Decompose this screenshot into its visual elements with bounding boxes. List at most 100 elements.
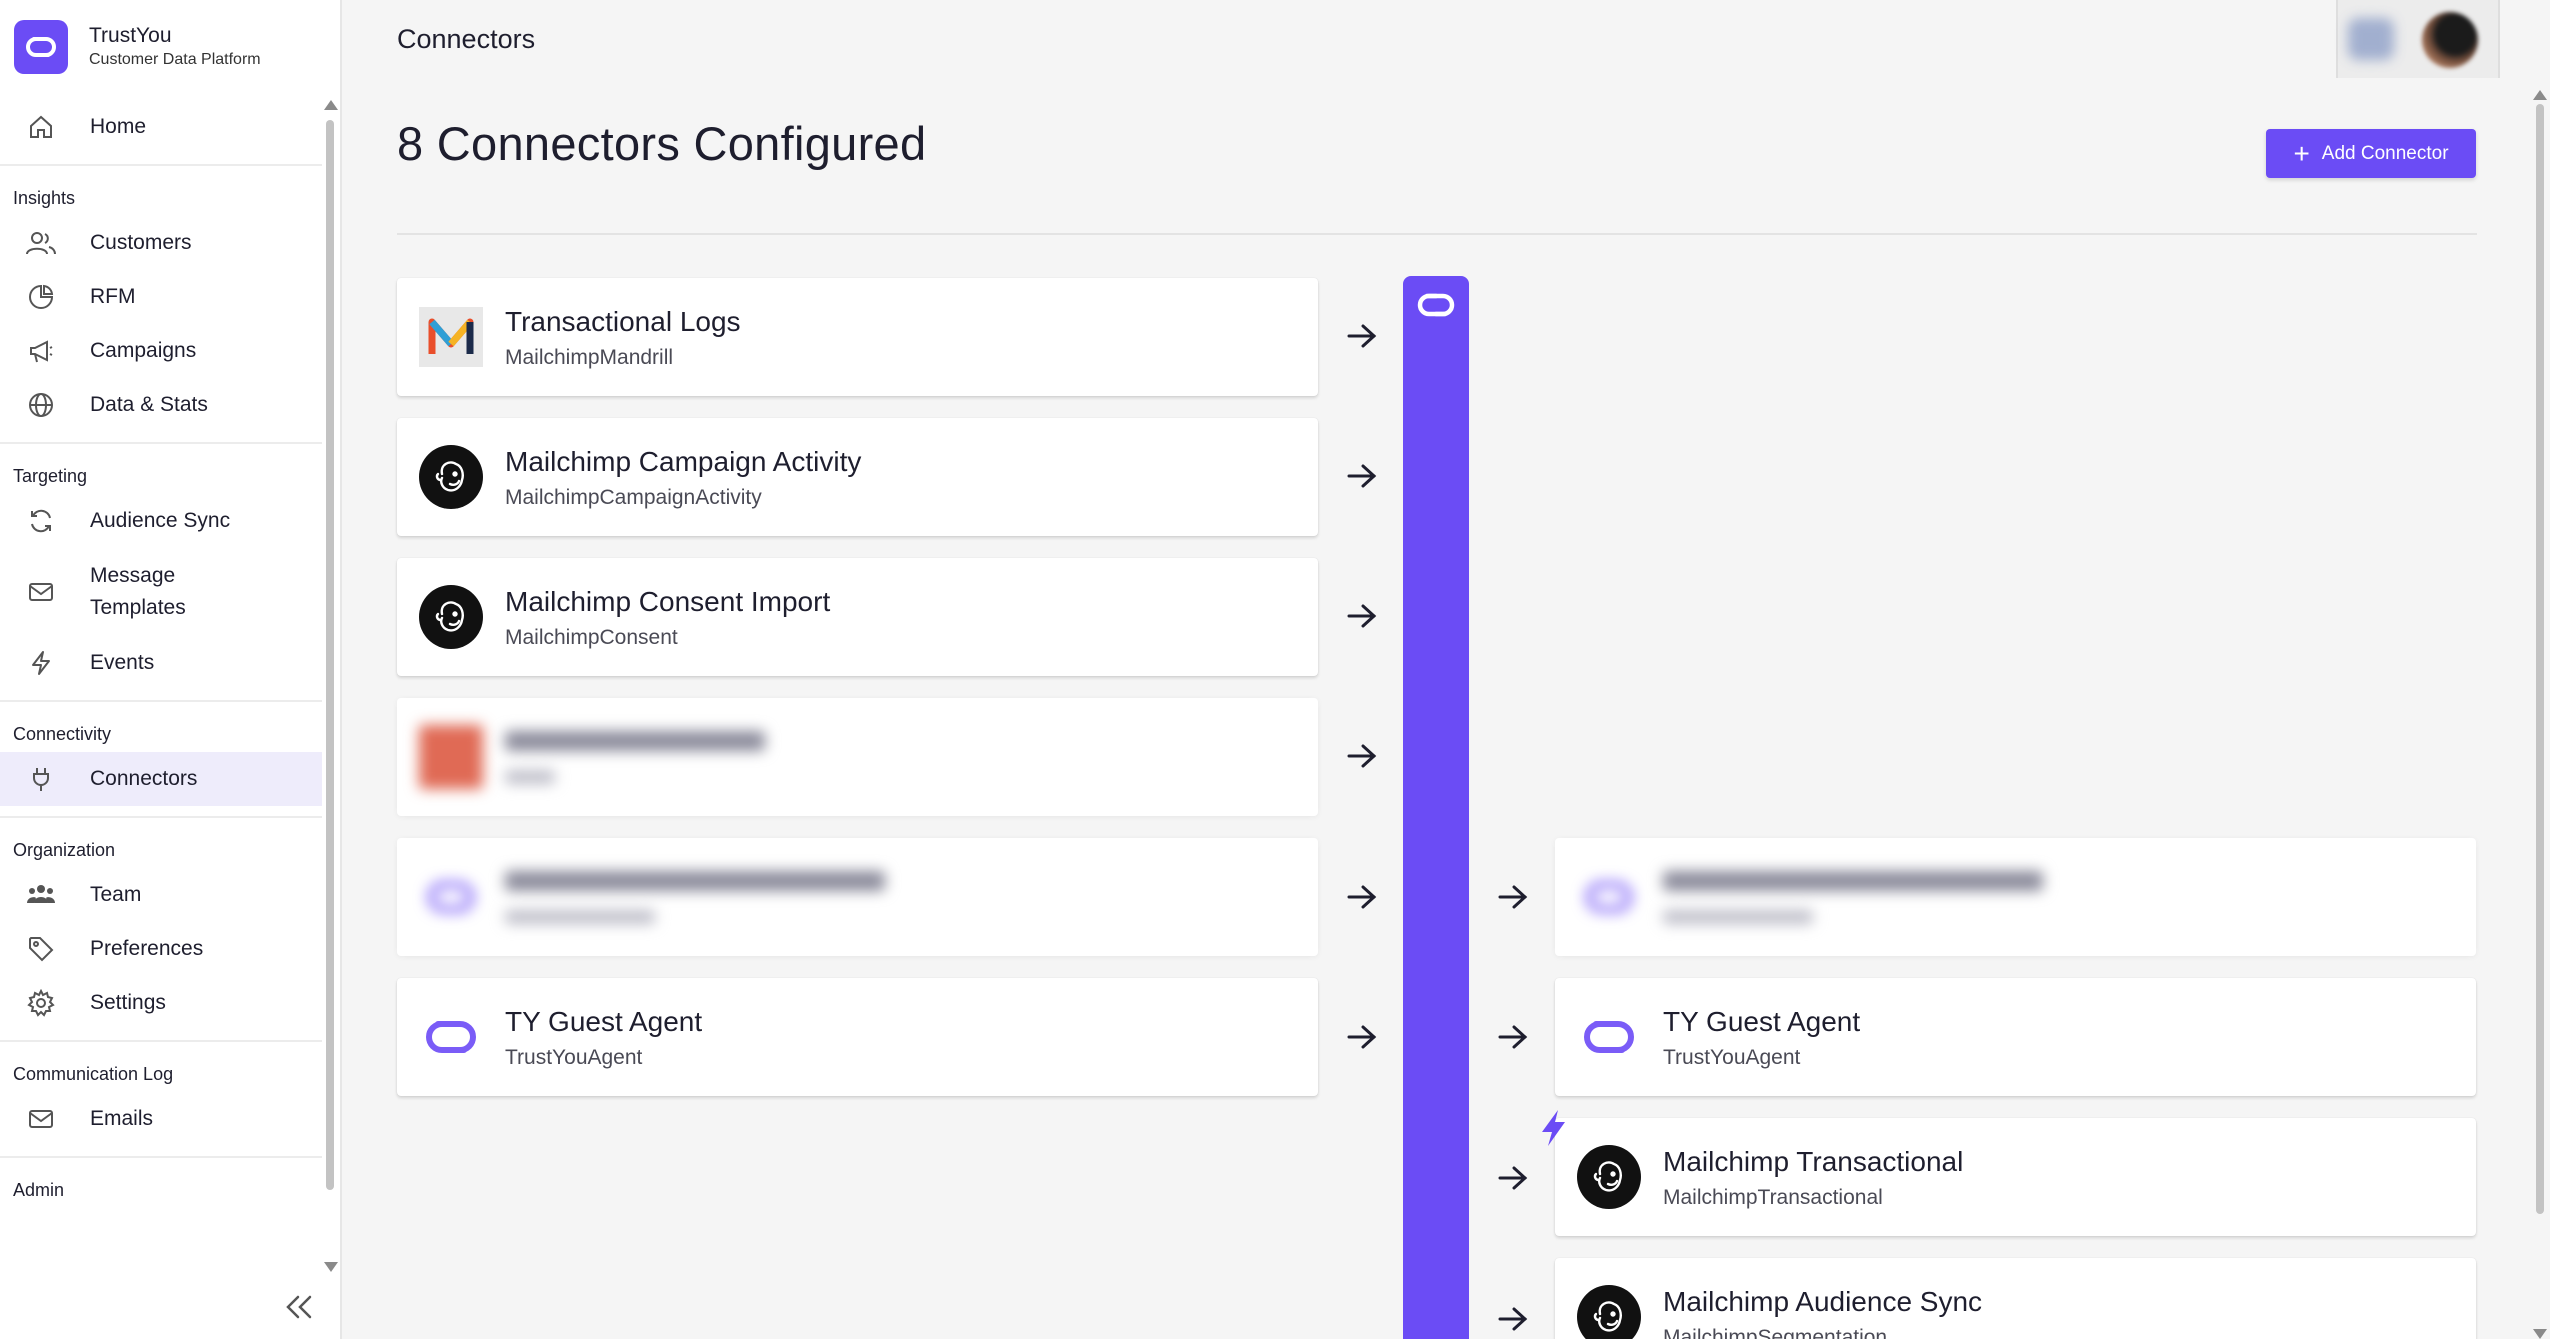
connector-type — [505, 906, 655, 930]
mail-icon — [24, 575, 58, 609]
divider — [0, 164, 322, 166]
add-connector-button[interactable]: + Add Connector — [2266, 129, 2476, 178]
trustyou-logo-icon — [419, 865, 483, 929]
scroll-up-icon[interactable] — [324, 100, 338, 110]
notification-icon[interactable] — [2348, 18, 2394, 60]
sidebar-item-campaigns[interactable]: Campaigns — [0, 324, 322, 378]
brand[interactable]: TrustYou Customer Data Platform — [14, 20, 261, 74]
connector-hub — [1403, 276, 1469, 1339]
sidebar-item-team[interactable]: Team — [0, 868, 322, 922]
add-connector-label: Add Connector — [2321, 142, 2449, 164]
mailchimp-logo-icon — [419, 585, 483, 649]
realtime-bolt-icon — [1538, 1108, 1568, 1148]
sidebar-item-emails[interactable]: Emails — [0, 1092, 322, 1146]
sidebar-item-label: Team — [90, 883, 142, 906]
sidebar-item-label: Data & Stats — [90, 393, 208, 416]
sidebar-item-message-templates[interactable]: Message Templates — [0, 548, 322, 636]
sidebar-item-settings[interactable]: Settings — [0, 976, 322, 1030]
brand-name: TrustYou — [89, 24, 172, 47]
mandrill-logo-icon — [419, 305, 483, 369]
sidebar-item-audience-sync[interactable]: Audience Sync — [0, 494, 322, 548]
team-icon — [24, 878, 58, 912]
pie-chart-icon — [24, 280, 58, 314]
sidebar-scrollbar[interactable] — [324, 96, 338, 1276]
trustyou-logo-icon — [1577, 1005, 1641, 1069]
avatar[interactable] — [2422, 12, 2478, 68]
bolt-icon — [24, 646, 58, 680]
main-scrollbar[interactable] — [2533, 90, 2547, 1339]
collapse-sidebar-button[interactable] — [282, 1290, 316, 1324]
connector-type: MailchimpTransactional — [1663, 1186, 1883, 1209]
sidebar-item-label: RFM — [90, 285, 136, 308]
sidebar-item-label: Events — [90, 651, 155, 674]
connector-type: MailchimpConsent — [505, 626, 678, 649]
sidebar-item-label: Connectors — [90, 767, 198, 790]
sidebar-item-connectors[interactable]: Connectors — [0, 752, 322, 806]
trustyou-logo-icon — [1577, 865, 1641, 929]
arrow-right-icon — [1345, 741, 1379, 771]
destination-connector-card[interactable] — [1555, 838, 2476, 956]
scrollbar-thumb[interactable] — [2536, 104, 2544, 1214]
sidebar-item-label: Emails — [90, 1107, 154, 1130]
tag-icon — [24, 932, 58, 966]
destination-connector-card[interactable]: Mailchimp Transactional MailchimpTransac… — [1555, 1118, 2476, 1236]
connector-title — [505, 726, 765, 758]
connector-type: TrustYouAgent — [505, 1046, 643, 1069]
sidebar-item-customers[interactable]: Customers — [0, 216, 322, 270]
double-chevron-left-icon — [286, 1295, 312, 1319]
trustyou-logo-icon — [14, 20, 68, 74]
source-connector-card[interactable]: TY Guest Agent TrustYouAgent — [397, 978, 1318, 1096]
sidebar-item-preferences[interactable]: Preferences — [0, 922, 322, 976]
scroll-up-icon[interactable] — [2533, 90, 2547, 100]
connector-title — [505, 866, 885, 898]
source-connector-card[interactable]: Mailchimp Consent Import MailchimpConsen… — [397, 558, 1318, 676]
arrow-right-icon — [1496, 1304, 1530, 1334]
source-connector-card[interactable] — [397, 698, 1318, 816]
divider — [0, 1156, 322, 1158]
source-connector-card[interactable] — [397, 838, 1318, 956]
divider — [397, 233, 2477, 235]
divider — [0, 1040, 322, 1042]
sidebar-item-events[interactable]: Events — [0, 636, 322, 690]
connector-title: Mailchimp Audience Sync — [1663, 1286, 1983, 1317]
breadcrumb: Connectors — [397, 24, 536, 54]
arrow-right-icon — [1345, 882, 1379, 912]
connector-type: MailchimpCampaignActivity — [505, 486, 762, 509]
sidebar-item-label: Audience Sync — [90, 509, 231, 532]
brand-subtitle: Customer Data Platform — [89, 51, 261, 68]
scroll-down-icon[interactable] — [2533, 1329, 2547, 1339]
sidebar-item-home[interactable]: Home — [0, 100, 322, 154]
trustyou-logo-icon — [1412, 288, 1460, 322]
connector-logo-icon — [419, 725, 483, 789]
connector-title: Transactional Logs — [505, 306, 741, 337]
connector-title — [1663, 866, 2043, 898]
section-organization: Organization — [13, 840, 116, 860]
scrollbar-thumb[interactable] — [326, 120, 334, 1190]
connector-title: Mailchimp Consent Import — [505, 586, 831, 617]
sidebar-nav: Home Insights Customers RFM Campaigns Da… — [0, 100, 322, 1208]
connector-type: MailchimpSegmentation — [1663, 1326, 1888, 1339]
section-targeting: Targeting — [13, 466, 88, 486]
sidebar-item-rfm[interactable]: RFM — [0, 270, 322, 324]
megaphone-icon — [24, 334, 58, 368]
source-connector-card[interactable]: Mailchimp Campaign Activity MailchimpCam… — [397, 418, 1318, 536]
mail-icon — [24, 1102, 58, 1136]
mailchimp-logo-icon — [1577, 1285, 1641, 1339]
sidebar-item-data-stats[interactable]: Data & Stats — [0, 378, 322, 432]
scroll-down-icon[interactable] — [324, 1262, 338, 1272]
section-communication-log: Communication Log — [13, 1064, 174, 1084]
connector-title: Mailchimp Campaign Activity — [505, 446, 862, 477]
divider — [0, 700, 322, 702]
mailchimp-logo-icon — [1577, 1145, 1641, 1209]
destination-connector-card[interactable]: TY Guest Agent TrustYouAgent — [1555, 978, 2476, 1096]
plug-icon — [24, 762, 58, 796]
connector-title: Mailchimp Transactional — [1663, 1146, 1964, 1177]
arrow-right-icon — [1345, 1022, 1379, 1052]
page-title: 8 Connectors Configured — [397, 117, 927, 170]
source-connector-card[interactable]: Transactional Logs MailchimpMandrill — [397, 278, 1318, 396]
globe-icon — [24, 388, 58, 422]
arrow-right-icon — [1345, 321, 1379, 351]
sidebar-item-label: Preferences — [90, 937, 204, 960]
arrow-right-icon — [1345, 601, 1379, 631]
destination-connector-card[interactable]: Mailchimp Audience Sync MailchimpSegment… — [1555, 1258, 2476, 1339]
